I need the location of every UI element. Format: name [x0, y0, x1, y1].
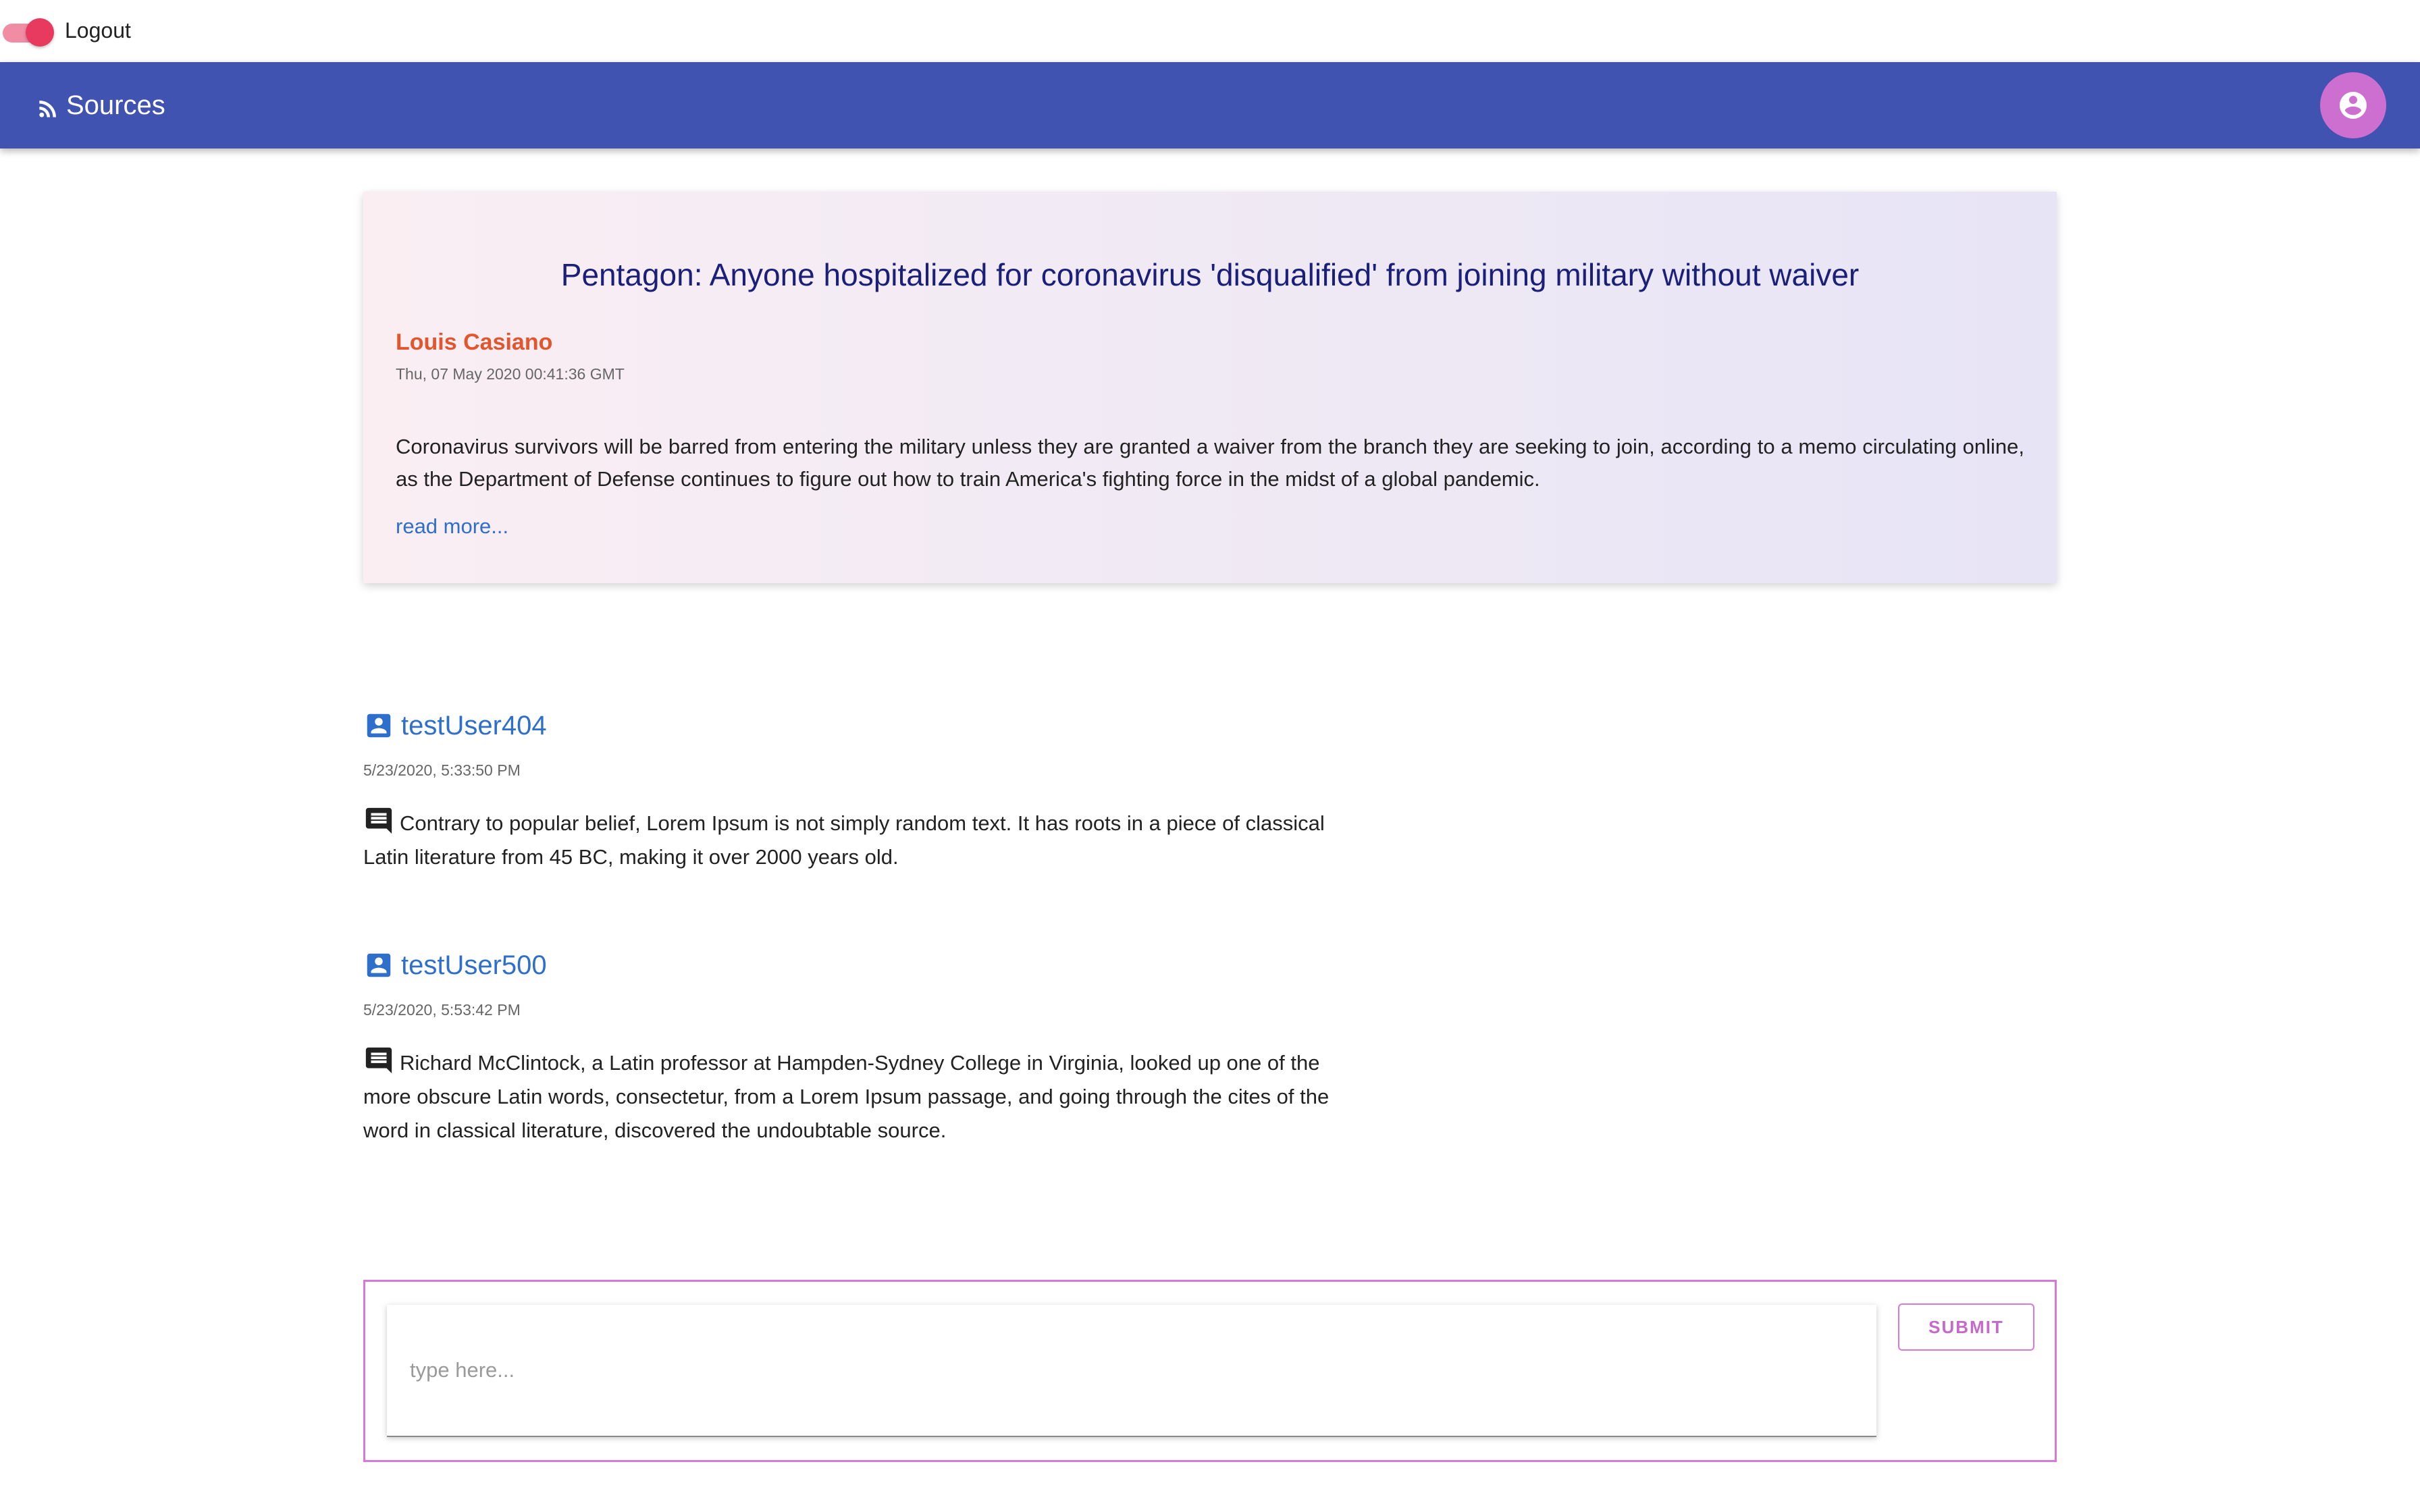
comment-username: testUser404: [401, 710, 547, 740]
comment-body: Contrary to popular belief, Lorem Ipsum …: [363, 805, 1349, 874]
rss-feed-icon: [39, 101, 56, 117]
comment-text: Contrary to popular belief, Lorem Ipsum …: [363, 811, 1325, 869]
article-body: Coronavirus survivors will be barred fro…: [396, 435, 2024, 491]
article-card: Pentagon: Anyone hospitalized for corona…: [363, 192, 2057, 583]
submit-button[interactable]: SUBMIT: [1898, 1303, 2034, 1351]
comment-date: 5/23/2020, 5:33:50 PM: [363, 761, 521, 779]
comment-icon: [365, 1047, 392, 1074]
app-bar: Sources: [0, 62, 2420, 148]
account-avatar-button[interactable]: [2320, 72, 2386, 138]
comment-user-link[interactable]: testUser404: [363, 710, 1349, 741]
toggle-switch-icon: [26, 18, 54, 47]
comment-input[interactable]: [387, 1305, 1876, 1437]
comment-body: Richard McClintock, a Latin professor at…: [363, 1045, 1349, 1148]
account-box-icon: [367, 953, 391, 977]
comment-icon: [365, 807, 392, 834]
account-circle-icon: [2340, 92, 2367, 119]
comments-list: testUser404 5/23/2020, 5:33:50 PM Contra…: [363, 710, 1349, 1148]
account-box-icon: [367, 713, 391, 738]
comment-username: testUser500: [401, 950, 547, 980]
article-date: Thu, 07 May 2020 00:41:36 GMT: [396, 365, 625, 383]
top-bar: Logout: [0, 0, 2420, 62]
comment-user-link[interactable]: testUser500: [363, 950, 1349, 981]
comment-item: testUser404 5/23/2020, 5:33:50 PM Contra…: [363, 710, 1349, 874]
article-author: Louis Casiano: [396, 329, 553, 355]
logout-label: Logout: [65, 18, 131, 43]
comment-date: 5/23/2020, 5:53:42 PM: [363, 1001, 521, 1019]
comment-form: SUBMIT: [363, 1280, 2057, 1462]
sources-nav-button[interactable]: Sources: [35, 89, 165, 122]
comment-text: Richard McClintock, a Latin professor at…: [363, 1051, 1330, 1142]
article-title: Pentagon: Anyone hospitalized for corona…: [560, 257, 1860, 292]
brand-title: Sources: [66, 90, 165, 120]
read-more-link[interactable]: read more...: [396, 514, 508, 539]
comment-item: testUser500 5/23/2020, 5:53:42 PM Richar…: [363, 950, 1349, 1148]
logout-toggle[interactable]: [3, 18, 55, 47]
